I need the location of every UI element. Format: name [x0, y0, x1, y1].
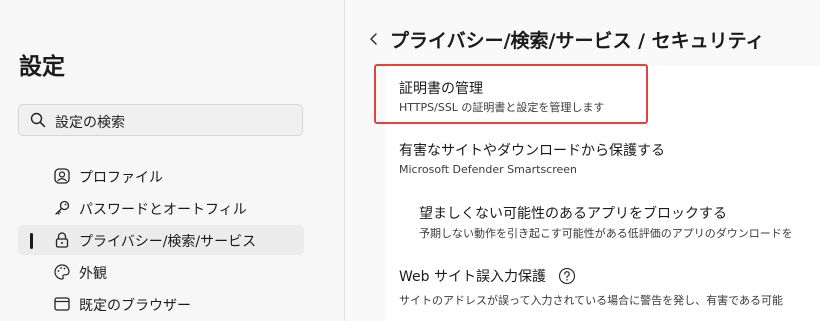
- row-subtitle: Microsoft Defender Smartscreen: [399, 163, 578, 176]
- browser-window-icon: [54, 297, 70, 311]
- sidebar-item-profile[interactable]: プロファイル: [18, 161, 304, 191]
- sidebar-title: 設定: [19, 54, 65, 80]
- search-icon: [30, 112, 46, 128]
- search-placeholder: 設定の検索: [55, 115, 125, 131]
- selected-indicator: [30, 233, 33, 249]
- sidebar-item-label: 外観: [79, 266, 107, 282]
- sidebar: 設定 設定の検索 プロファイル パスワードとオートフィル プライバシー/検索/サ…: [0, 0, 345, 321]
- sidebar-item-appearance[interactable]: 外観: [18, 257, 304, 287]
- breadcrumb: プライバシー/検索/サービス / セキュリティ: [390, 30, 765, 52]
- settings-window: 設定 設定の検索 プロファイル パスワードとオートフィル プライバシー/検索/サ…: [0, 0, 820, 321]
- sidebar-item-privacy[interactable]: プライバシー/検索/サービス: [18, 225, 304, 255]
- sidebar-item-label: プロファイル: [79, 170, 163, 186]
- row-title: 証明書の管理: [399, 81, 483, 97]
- sidebar-item-default-browser[interactable]: 既定のブラウザー: [18, 289, 304, 319]
- chevron-left-icon[interactable]: [367, 30, 381, 48]
- sidebar-item-label: パスワードとオートフィル: [79, 202, 247, 218]
- lock-icon: [55, 232, 69, 248]
- profile-icon: [54, 168, 70, 184]
- row-title: 望ましくない可能性のあるアプリをブロックする: [419, 206, 727, 222]
- sidebar-item-passwords[interactable]: パスワードとオートフィル: [18, 193, 304, 223]
- palette-icon: [54, 264, 70, 280]
- key-icon: [55, 200, 70, 215]
- main-pane: プライバシー/検索/サービス / セキュリティ 証明書の管理 HTTPS/SSL…: [345, 0, 820, 321]
- help-icon[interactable]: [558, 267, 576, 285]
- sidebar-item-label: 既定のブラウザー: [79, 298, 191, 314]
- sidebar-item-label: プライバシー/検索/サービス: [79, 234, 257, 250]
- row-title: Web サイト誤入力保護: [399, 269, 546, 285]
- row-subtitle: 予期しない動作を引き起こす可能性がある低評価のアプリのダウンロードを: [419, 227, 793, 240]
- row-subtitle: HTTPS/SSL の証明書と設定を管理します: [399, 101, 605, 114]
- row-subtitle: サイトのアドレスが誤って入力されている場合に警告を発し、有害である可能: [399, 294, 784, 307]
- settings-search-input[interactable]: 設定の検索: [18, 104, 303, 136]
- row-title: 有害なサイトやダウンロードから保護する: [399, 143, 665, 159]
